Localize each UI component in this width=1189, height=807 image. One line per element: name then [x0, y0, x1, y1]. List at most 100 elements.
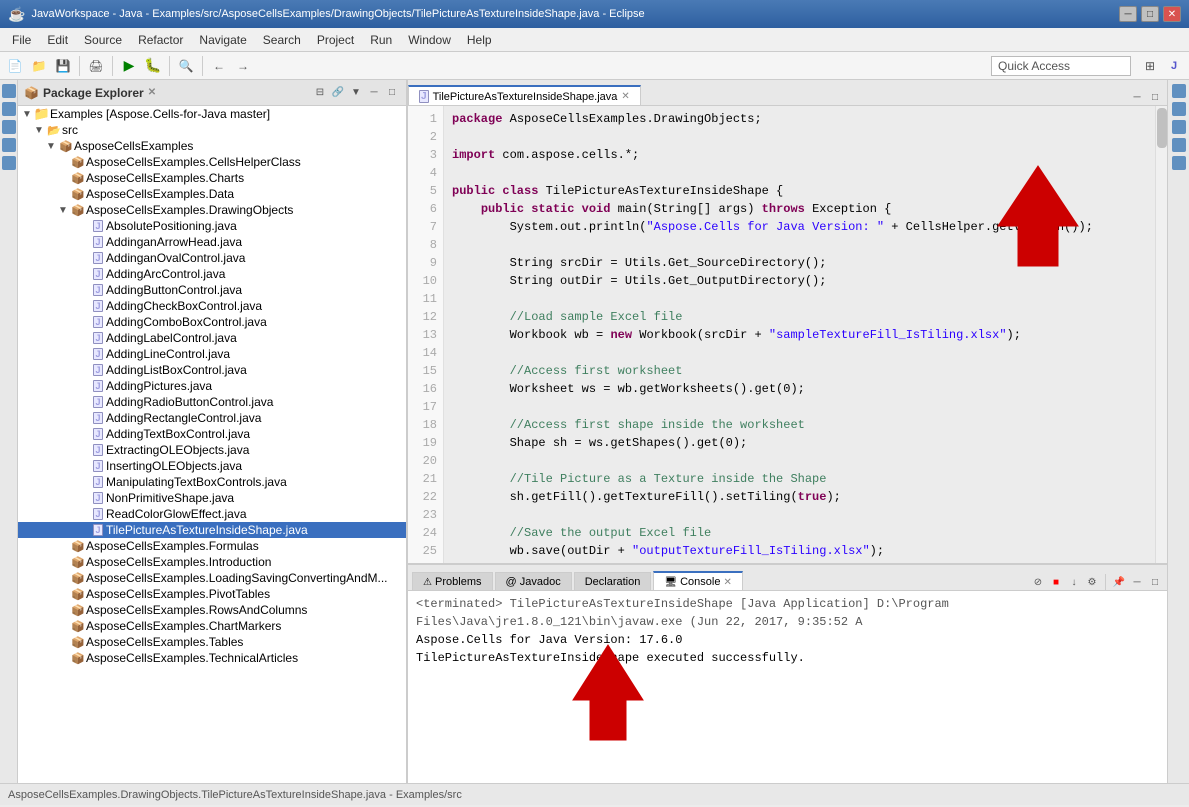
tree-java-checkbox[interactable]: ▶ J AddingCheckBoxControl.java: [18, 298, 406, 314]
tab-problems[interactable]: ⚠ Problems: [412, 572, 493, 590]
tree-pkg-chartmarkers[interactable]: ▶ 📦 AsposeCellsExamples.ChartMarkers: [18, 618, 406, 634]
print-btn[interactable]: 🖨: [85, 55, 107, 77]
right-icon-3[interactable]: [1172, 120, 1186, 134]
debug-btn[interactable]: 🐛: [142, 55, 164, 77]
java-btn[interactable]: J: [1163, 55, 1185, 77]
editor-scrollbar[interactable]: [1155, 106, 1167, 563]
menu-run[interactable]: Run: [362, 31, 400, 49]
tree-java-nonprimitive[interactable]: ▶ J NonPrimitiveShape.java: [18, 490, 406, 506]
quick-access-input[interactable]: Quick Access: [991, 56, 1131, 76]
right-icon-2[interactable]: [1172, 102, 1186, 116]
tree-java-button[interactable]: ▶ J AddingButtonControl.java: [18, 282, 406, 298]
right-icon-4[interactable]: [1172, 138, 1186, 152]
menu-source[interactable]: Source: [76, 31, 130, 49]
menu-navigate[interactable]: Navigate: [191, 31, 254, 49]
package-explorer-tree[interactable]: ▼ 📁 Examples [Aspose.Cells-for-Java mast…: [18, 106, 406, 783]
code-area[interactable]: 12345 678910 1112131415 1617181920 21222…: [408, 106, 1167, 563]
tree-java-combo[interactable]: ▶ J AddingComboBoxControl.java: [18, 314, 406, 330]
editor-tab-tilepicture[interactable]: J TilePictureAsTextureInsideShape.java ✕: [408, 85, 641, 105]
menu-help[interactable]: Help: [459, 31, 500, 49]
menu-edit[interactable]: Edit: [39, 31, 76, 49]
left-icon-4[interactable]: [2, 138, 16, 152]
new-btn[interactable]: 📄: [4, 55, 26, 77]
right-icon-5[interactable]: [1172, 156, 1186, 170]
tree-java-rect[interactable]: ▶ J AddingRectangleControl.java: [18, 410, 406, 426]
tree-java-label[interactable]: ▶ J AddingLabelControl.java: [18, 330, 406, 346]
minimize-button[interactable]: ─: [1119, 6, 1137, 22]
tree-java-oval[interactable]: ▶ J AddinganOvalControl.java: [18, 250, 406, 266]
tree-pkg-data[interactable]: ▶ 📦 AsposeCellsExamples.Data: [18, 186, 406, 202]
forward-btn[interactable]: →: [232, 55, 254, 77]
left-icon-1[interactable]: [2, 84, 16, 98]
console-stop-btn[interactable]: ■: [1048, 574, 1064, 590]
toolbar-sep-1: [79, 56, 80, 76]
pe-collapse-btn[interactable]: ⊟: [312, 85, 328, 101]
tree-java-arrow[interactable]: ▶ J AddinganArrowHead.java: [18, 234, 406, 250]
open-btn[interactable]: 📁: [28, 55, 50, 77]
tree-java-tilepicture[interactable]: ▶ J TilePictureAsTextureInsideShape.java: [18, 522, 406, 538]
pe-min-btn[interactable]: ─: [366, 85, 382, 101]
tab-javadoc[interactable]: @ Javadoc: [495, 572, 572, 590]
pe-menu-btn[interactable]: ▼: [348, 85, 364, 101]
close-button[interactable]: ✕: [1163, 6, 1181, 22]
tree-pkg-charts[interactable]: ▶ 📦 AsposeCellsExamples.Charts: [18, 170, 406, 186]
tree-java-radio[interactable]: ▶ J AddingRadioButtonControl.java: [18, 394, 406, 410]
tree-pkg-drawing[interactable]: ▼ 📦 AsposeCellsExamples.DrawingObjects: [18, 202, 406, 218]
intro-label: AsposeCellsExamples.Introduction: [86, 555, 271, 569]
pe-link-btn[interactable]: 🔗: [330, 85, 346, 101]
search-btn[interactable]: 🔍: [175, 55, 197, 77]
tree-java-listbox[interactable]: ▶ J AddingListBoxControl.java: [18, 362, 406, 378]
menu-file[interactable]: File: [4, 31, 39, 49]
pe-max-btn[interactable]: □: [384, 85, 400, 101]
menu-refactor[interactable]: Refactor: [130, 31, 191, 49]
tree-pkg-tables[interactable]: ▶ 📦 AsposeCellsExamples.Tables: [18, 634, 406, 650]
tree-java-textbox[interactable]: ▶ J AddingTextBoxControl.java: [18, 426, 406, 442]
menu-search[interactable]: Search: [255, 31, 309, 49]
console-scroll-btn[interactable]: ↓: [1066, 574, 1082, 590]
console-max-btn[interactable]: □: [1147, 574, 1163, 590]
charts-arrow: ▶: [58, 173, 70, 184]
tree-java-arc[interactable]: ▶ J AddingArcControl.java: [18, 266, 406, 282]
tab-console[interactable]: 🖥 Console ✕: [653, 571, 743, 590]
editor-min-btn[interactable]: ─: [1129, 89, 1145, 105]
tab-close-btn[interactable]: ✕: [621, 91, 629, 102]
maximize-button[interactable]: □: [1141, 6, 1159, 22]
tree-pkg-root[interactable]: ▼ 📦 AsposeCellsExamples: [18, 138, 406, 154]
tree-java-absolute[interactable]: ▶ J AbsolutePositioning.java: [18, 218, 406, 234]
tree-java-extractole[interactable]: ▶ J ExtractingOLEObjects.java: [18, 442, 406, 458]
tab-declaration[interactable]: Declaration: [574, 572, 652, 590]
menu-project[interactable]: Project: [309, 31, 362, 49]
code-content[interactable]: package AsposeCellsExamples.DrawingObjec…: [444, 106, 1167, 563]
left-icon-3[interactable]: [2, 120, 16, 134]
menu-window[interactable]: Window: [400, 31, 459, 49]
tree-pkg-pivot[interactable]: ▶ 📦 AsposeCellsExamples.PivotTables: [18, 586, 406, 602]
pictures-label: AddingPictures.java: [106, 379, 212, 393]
tree-pkg-loading[interactable]: ▶ 📦 AsposeCellsExamples.LoadingSavingCon…: [18, 570, 406, 586]
tree-java-readcolor[interactable]: ▶ J ReadColorGlowEffect.java: [18, 506, 406, 522]
save-btn[interactable]: 💾: [52, 55, 74, 77]
tree-java-line[interactable]: ▶ J AddingLineControl.java: [18, 346, 406, 362]
tree-pkg-cellshelper[interactable]: ▶ 📦 AsposeCellsExamples.CellsHelperClass: [18, 154, 406, 170]
tree-root[interactable]: ▼ 📁 Examples [Aspose.Cells-for-Java mast…: [18, 106, 406, 122]
console-options-btn[interactable]: ⚙: [1084, 574, 1100, 590]
tree-java-manipulate[interactable]: ▶ J ManipulatingTextBoxControls.java: [18, 474, 406, 490]
console-clear-btn[interactable]: ⊘: [1030, 574, 1046, 590]
run-btn[interactable]: ▶: [118, 55, 140, 77]
tree-src[interactable]: ▼ 📂 src: [18, 122, 406, 138]
console-tab-close[interactable]: ✕: [724, 577, 732, 588]
back-btn[interactable]: ←: [208, 55, 230, 77]
tree-pkg-technical[interactable]: ▶ 📦 AsposeCellsExamples.TechnicalArticle…: [18, 650, 406, 666]
tree-pkg-rows[interactable]: ▶ 📦 AsposeCellsExamples.RowsAndColumns: [18, 602, 406, 618]
tree-java-pictures[interactable]: ▶ J AddingPictures.java: [18, 378, 406, 394]
tree-pkg-formulas[interactable]: ▶ 📦 AsposeCellsExamples.Formulas: [18, 538, 406, 554]
perspectives-btn[interactable]: ⊞: [1139, 55, 1161, 77]
editor-max-btn[interactable]: □: [1147, 89, 1163, 105]
console-pin-btn[interactable]: 📌: [1111, 574, 1127, 590]
console-min-btn[interactable]: ─: [1129, 574, 1145, 590]
left-icon-2[interactable]: [2, 102, 16, 116]
right-icon-1[interactable]: [1172, 84, 1186, 98]
left-icon-5[interactable]: [2, 156, 16, 170]
tree-pkg-intro[interactable]: ▶ 📦 AsposeCellsExamples.Introduction: [18, 554, 406, 570]
tree-java-insertole[interactable]: ▶ J InsertingOLEObjects.java: [18, 458, 406, 474]
menu-bar: File Edit Source Refactor Navigate Searc…: [0, 28, 1189, 52]
